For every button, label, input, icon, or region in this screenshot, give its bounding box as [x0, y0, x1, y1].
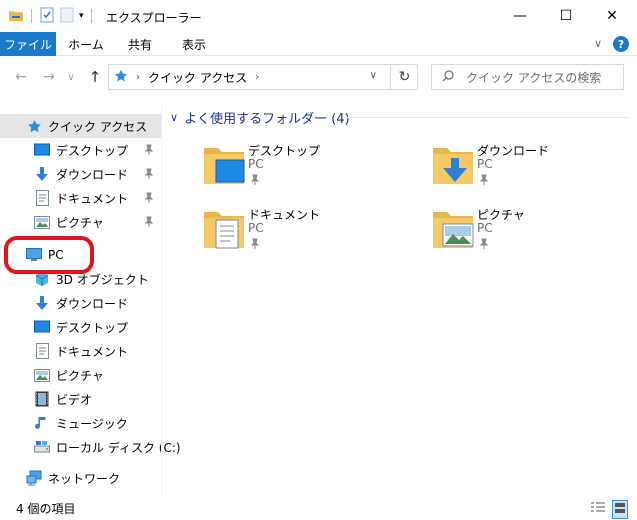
tab-view[interactable]: 表示 — [170, 32, 218, 56]
quick-access-toolbar: ▾ — [8, 6, 95, 26]
pin-icon[interactable] — [143, 192, 155, 204]
desktop-icon — [34, 319, 50, 335]
pin-icon[interactable] — [143, 216, 155, 228]
maximize-button[interactable]: ☐ — [543, 0, 589, 31]
folder-app-icon — [8, 7, 24, 26]
pictures-icon — [34, 367, 50, 383]
properties-icon[interactable] — [39, 7, 55, 26]
document-icon — [34, 190, 50, 206]
frequent-folders-header[interactable]: ∨ よく使用するフォルダー (4) — [170, 108, 350, 127]
annotation-highlight — [4, 236, 94, 274]
customize-toolbar-icon[interactable]: ▾ — [79, 11, 84, 21]
pin-icon — [479, 174, 489, 185]
group-divider — [342, 117, 630, 118]
details-view-icon[interactable] — [590, 501, 606, 518]
sidebar-item-network[interactable]: ネットワーク — [0, 466, 161, 490]
toolbar-separator — [90, 9, 92, 23]
star-icon — [26, 118, 42, 134]
large-icons-view-icon[interactable] — [612, 500, 628, 519]
search-placeholder: クイック アクセスの検索 — [466, 70, 602, 85]
ribbon-expand-icon[interactable]: ∨ — [594, 37, 602, 50]
sidebar-item-documents[interactable]: ドキュメント — [0, 186, 161, 210]
close-button[interactable]: ✕ — [589, 0, 635, 31]
sidebar-item-quick-access[interactable]: クイック アクセス — [0, 114, 161, 138]
folder-tile-pictures[interactable]: ピクチャ PC — [429, 206, 629, 270]
tab-file[interactable]: ファイル — [0, 32, 56, 56]
item-count: 4 個の項目 — [16, 501, 76, 516]
breadcrumb-chevron-icon[interactable]: › — [136, 72, 140, 83]
toolbar-separator — [31, 9, 32, 23]
pictures-folder-icon — [433, 212, 474, 248]
up-arrow-icon[interactable]: ↑ — [84, 66, 106, 88]
sidebar-item-downloads[interactable]: ダウンロード — [0, 162, 161, 186]
breadcrumb-chevron-icon[interactable]: › — [255, 72, 259, 83]
sidebar-item-pc-downloads[interactable]: ダウンロード — [0, 291, 161, 315]
ribbon-tabs: ファイル ホーム 共有 表示 ∨ ? — [0, 32, 637, 56]
status-bar: 4 個の項目 — [0, 496, 637, 520]
drive-icon — [34, 439, 50, 455]
search-input[interactable]: クイック アクセスの検索 — [431, 64, 624, 90]
minimize-button[interactable]: — — [497, 0, 543, 31]
pin-icon — [479, 238, 489, 249]
window-title: エクスプローラー — [106, 11, 202, 25]
pictures-icon — [34, 214, 50, 230]
music-note-icon — [34, 415, 50, 431]
sidebar-item-local-disk[interactable]: ローカル ディスク (C:) — [0, 435, 181, 459]
sidebar-item-music[interactable]: ミュージック — [0, 411, 161, 435]
address-bar[interactable]: › クイック アクセス › ∨ — [108, 64, 418, 90]
download-arrow-icon — [34, 295, 50, 311]
back-arrow-icon[interactable]: ← — [10, 66, 32, 88]
collapse-chevron-icon[interactable]: ∨ — [170, 111, 178, 124]
folder-tile-desktop[interactable]: デスクトップ PC — [200, 142, 400, 206]
network-icon — [26, 470, 42, 486]
group-title: よく使用するフォルダー (4) — [184, 112, 350, 127]
star-icon — [114, 69, 128, 86]
help-icon[interactable]: ? — [613, 36, 629, 52]
navigation-pane: クイック アクセス デスクトップ ダウンロード ドキュメント ピクチャ PC 3… — [0, 104, 181, 496]
sidebar-item-pc-pictures[interactable]: ピクチャ — [0, 363, 161, 387]
breadcrumb-quick-access[interactable]: クイック アクセス — [148, 69, 247, 86]
pin-icon — [250, 238, 260, 249]
sidebar-item-desktop[interactable]: デスクトップ — [0, 138, 161, 162]
folder-tile-documents[interactable]: ドキュメント PC — [200, 206, 400, 270]
new-folder-icon[interactable] — [59, 7, 75, 26]
downloads-folder-icon — [433, 148, 473, 184]
title-bar: ▾ エクスプローラー — ☐ ✕ — [0, 0, 637, 32]
recent-locations-icon[interactable]: ∨ — [60, 66, 82, 88]
document-icon — [34, 343, 50, 359]
pane-divider[interactable] — [161, 104, 162, 496]
forward-arrow-icon[interactable]: → — [38, 66, 60, 88]
search-icon — [442, 69, 454, 85]
pin-icon — [250, 174, 260, 185]
film-icon — [34, 391, 50, 407]
refresh-icon[interactable]: ↻ — [390, 64, 418, 90]
sidebar-item-pc-desktop[interactable]: デスクトップ — [0, 315, 161, 339]
folder-tile-downloads[interactable]: ダウンロード PC — [429, 142, 629, 206]
address-history-icon[interactable]: ∨ — [370, 70, 377, 81]
pin-icon[interactable] — [143, 168, 155, 180]
download-arrow-icon — [34, 166, 50, 182]
documents-folder-icon — [204, 212, 244, 249]
tab-home[interactable]: ホーム — [60, 32, 112, 56]
sidebar-item-videos[interactable]: ビデオ — [0, 387, 161, 411]
sidebar-item-pc-documents[interactable]: ドキュメント — [0, 339, 161, 363]
desktop-icon — [34, 142, 50, 158]
pin-icon[interactable] — [143, 144, 155, 156]
sidebar-item-pictures[interactable]: ピクチャ — [0, 210, 161, 234]
desktop-folder-icon — [204, 148, 245, 184]
tab-share[interactable]: 共有 — [116, 32, 164, 56]
